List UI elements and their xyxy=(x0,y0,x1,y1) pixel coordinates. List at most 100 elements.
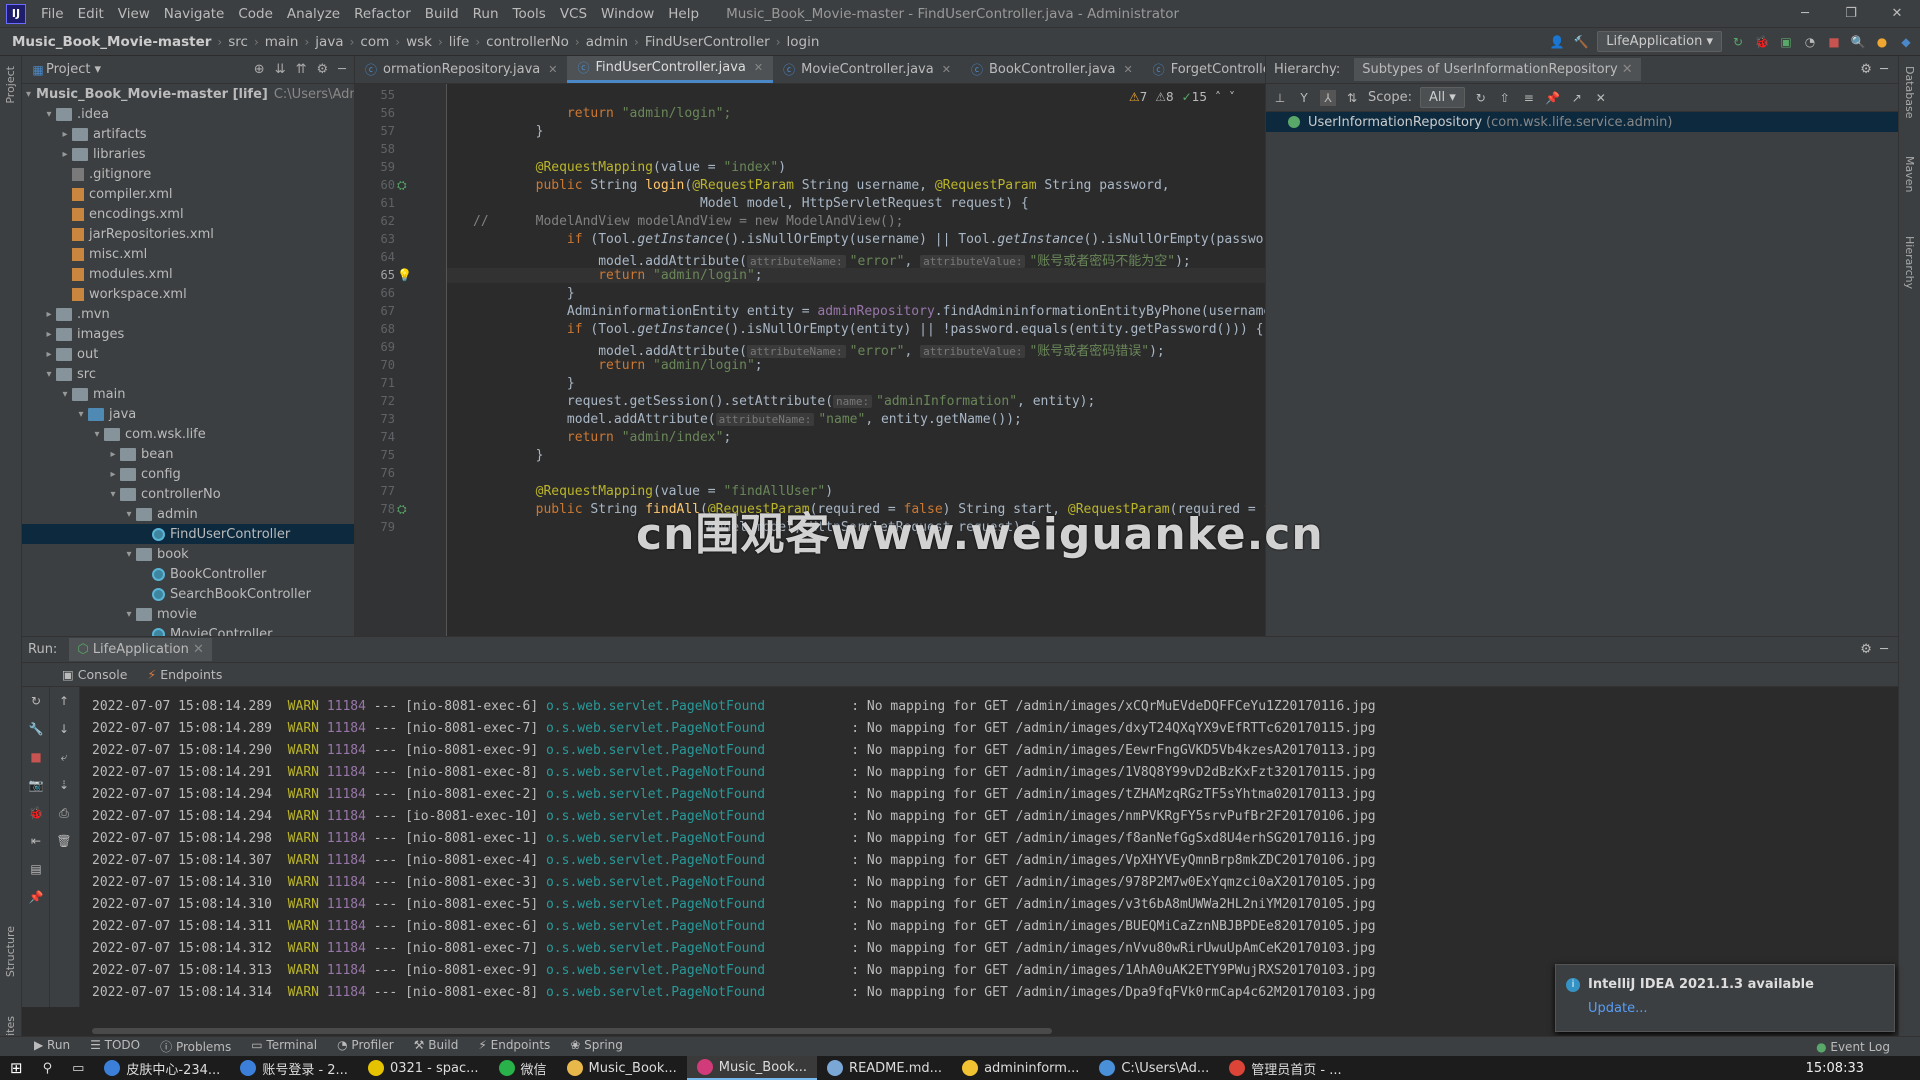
statusbar-profiler[interactable]: ◔ Profiler xyxy=(327,1038,404,1055)
tree-item[interactable]: modules.xml xyxy=(22,264,354,284)
expand-arrow-icon[interactable]: ▾ xyxy=(58,389,72,400)
menu-edit[interactable]: Edit xyxy=(71,6,111,22)
debug-icon[interactable]: 🐞 xyxy=(1754,34,1770,50)
pin-icon[interactable]: 📌 xyxy=(1545,90,1561,106)
gear-icon[interactable]: ⚙ ─ xyxy=(1860,642,1888,657)
tree-item[interactable]: ▸ bean xyxy=(22,444,354,464)
camera-icon[interactable]: 📷 xyxy=(28,777,44,793)
tree-item[interactable]: ▸ libraries xyxy=(22,144,354,164)
breadcrumb-item[interactable]: login xyxy=(783,34,824,50)
tree-item[interactable]: ▾ java xyxy=(22,404,354,424)
locate-icon[interactable]: ⊕ xyxy=(254,62,265,77)
taskbar-app[interactable]: C:\Users\Ad... xyxy=(1089,1056,1219,1080)
maven-tool-tab[interactable]: Maven xyxy=(1903,156,1916,192)
menu-refactor[interactable]: Refactor xyxy=(347,6,418,22)
collapse-arrow-icon[interactable]: ▸ xyxy=(106,449,120,460)
hierarchy-item[interactable]: UserInformationRepository (com.wsk.life.… xyxy=(1266,112,1898,132)
tree-item[interactable]: BookController xyxy=(22,564,354,584)
console-hscrollbar[interactable] xyxy=(92,1028,1052,1034)
tree-item[interactable]: FindUserController xyxy=(22,524,354,544)
tree-item[interactable]: ▾ movie xyxy=(22,604,354,624)
expand-arrow-icon[interactable]: ▾ xyxy=(122,609,136,620)
soft-wrap-icon[interactable]: ⤶ xyxy=(56,749,72,765)
menu-file[interactable]: File xyxy=(34,6,71,22)
maximize-icon[interactable]: ❐ xyxy=(1828,0,1874,28)
taskbar-app[interactable]: Music_Book... xyxy=(686,1056,818,1080)
collapse-arrow-icon[interactable]: ▸ xyxy=(58,149,72,160)
editor-tab[interactable]: ⓒ BookController.java ✕ xyxy=(961,56,1143,83)
sort-icon[interactable]: ⇅ xyxy=(1344,90,1360,106)
windows-start-icon[interactable]: ⊞ xyxy=(0,1056,33,1080)
supertypes-icon[interactable]: Y xyxy=(1296,90,1312,106)
taskbar-app[interactable]: 0321 - spac... xyxy=(358,1056,489,1080)
tree-item[interactable]: SearchBookController xyxy=(22,584,354,604)
print-icon[interactable]: ⎙ xyxy=(56,805,72,821)
user-icon[interactable]: 👤 xyxy=(1549,34,1565,50)
tree-item[interactable]: ▸ artifacts xyxy=(22,124,354,144)
hide-icon[interactable]: ─ xyxy=(338,62,346,77)
statusbar-run[interactable]: ▶ Run xyxy=(24,1038,80,1055)
wrench-icon[interactable]: 🔧 xyxy=(28,721,44,737)
breadcrumb-item[interactable]: life xyxy=(445,34,474,50)
close-tab-icon[interactable]: ✕ xyxy=(548,63,557,76)
scroll-end-icon[interactable]: ⇣ xyxy=(56,777,72,793)
build-hammer-icon[interactable]: 🔨 xyxy=(1573,34,1589,50)
breadcrumb-item[interactable]: wsk xyxy=(402,34,436,50)
breadcrumb-item[interactable]: admin xyxy=(582,34,632,50)
expand-all-icon[interactable]: ⇊ xyxy=(275,62,286,77)
statusbar-problems[interactable]: ⓘ Problems xyxy=(150,1038,241,1055)
rerun-icon[interactable]: ↻ xyxy=(28,693,44,709)
pin-icon[interactable]: 📌 xyxy=(28,889,44,905)
debug-icon[interactable]: 🐞 xyxy=(28,805,44,821)
menu-help[interactable]: Help xyxy=(661,6,706,22)
export-icon[interactable]: ⇧ xyxy=(1497,90,1513,106)
tree-item[interactable]: ▾ controllerNo xyxy=(22,484,354,504)
tree-item[interactable]: encodings.xml xyxy=(22,204,354,224)
trash-icon[interactable]: 🗑 xyxy=(56,833,72,849)
tree-item[interactable]: ▸ out xyxy=(22,344,354,364)
structure-tool-tab[interactable]: Structure xyxy=(4,926,17,977)
statusbar-todo[interactable]: ☰ TODO xyxy=(80,1038,150,1055)
tree-item[interactable]: ▸ .mvn xyxy=(22,304,354,324)
database-tool-tab[interactable]: Database xyxy=(1903,66,1916,119)
collapse-arrow-icon[interactable]: ▸ xyxy=(106,469,120,480)
menu-code[interactable]: Code xyxy=(231,6,280,22)
event-log-button[interactable]: ● Event Log xyxy=(1816,1040,1890,1054)
search-icon[interactable]: ⚲ xyxy=(33,1056,63,1080)
collapse-arrow-icon[interactable]: ▸ xyxy=(42,349,56,360)
taskbar-app[interactable]: 皮肤中心-234... xyxy=(94,1056,230,1080)
menu-window[interactable]: Window xyxy=(594,6,661,22)
expand-arrow-icon[interactable]: ▾ xyxy=(42,369,56,380)
toolbox-icon[interactable]: ◆ xyxy=(1898,34,1914,50)
expand-arrow-icon[interactable]: ▾ xyxy=(26,89,31,100)
run-config-select[interactable]: LifeApplication ▾ xyxy=(1597,31,1722,52)
collapse-arrow-icon[interactable]: ▸ xyxy=(42,309,56,320)
collapse-all-icon[interactable]: ⇈ xyxy=(296,62,307,77)
menu-analyze[interactable]: Analyze xyxy=(280,6,347,22)
next-highlight-icon[interactable]: ˅ xyxy=(1229,90,1235,104)
menu-navigate[interactable]: Navigate xyxy=(157,6,232,22)
statusbar-build[interactable]: ⚒ Build xyxy=(404,1038,469,1055)
taskbar-app[interactable]: admininform... xyxy=(952,1056,1089,1080)
breadcrumb-item[interactable]: Music_Book_Movie-master xyxy=(8,34,215,50)
breadcrumb-item[interactable]: com xyxy=(356,34,393,50)
taskbar-app[interactable]: README.md... xyxy=(817,1056,952,1080)
up-icon[interactable]: ↑ xyxy=(56,693,72,709)
subtypes-icon[interactable]: ⅄ xyxy=(1320,89,1336,106)
tree-item[interactable]: ▾ admin xyxy=(22,504,354,524)
gear-icon[interactable]: ⚙ xyxy=(317,62,329,77)
gear-icon[interactable]: ⚙ ─ xyxy=(1860,62,1888,77)
expand-icon[interactable]: ≡ xyxy=(1521,90,1537,106)
expand-arrow-icon[interactable]: ▾ xyxy=(74,409,88,420)
update-icon[interactable]: ● xyxy=(1874,34,1890,50)
editor-tab[interactable]: ⓒ FindUserController.java ✕ xyxy=(567,56,774,83)
tree-item[interactable]: ▾ main xyxy=(22,384,354,404)
tree-item[interactable]: .gitignore xyxy=(22,164,354,184)
tree-item[interactable]: misc.xml xyxy=(22,244,354,264)
breadcrumb-item[interactable]: controllerNo xyxy=(482,34,573,50)
minimize-icon[interactable]: ─ xyxy=(1782,0,1828,28)
project-tool-tab[interactable]: Project xyxy=(4,66,17,104)
rerun-icon[interactable]: ↻ xyxy=(1730,34,1746,50)
tree-item[interactable]: ▾ com.wsk.life xyxy=(22,424,354,444)
collapse-arrow-icon[interactable]: ▸ xyxy=(58,129,72,140)
